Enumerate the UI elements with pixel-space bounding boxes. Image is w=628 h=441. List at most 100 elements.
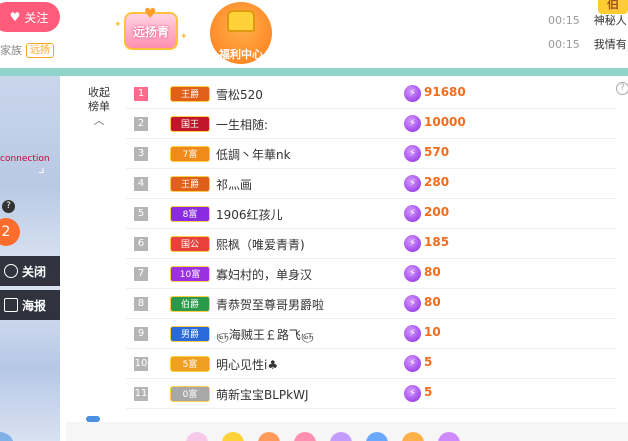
close-button[interactable]: 关闭 (0, 256, 60, 286)
contribution-score: 5 (424, 355, 433, 369)
heart-icon: ♥ (9, 10, 21, 24)
user-name[interactable]: 低調丶年華nk (216, 146, 291, 163)
rank-number: 9 (134, 327, 148, 341)
chat-time: 00:15 (548, 38, 580, 51)
ranking-row[interactable]: 5 8富 1906红孩儿 ⚡ 200 (126, 200, 616, 229)
lightning-gem-icon: ⚡ (404, 115, 421, 132)
rank-number: 10 (134, 357, 148, 371)
user-name[interactable]: 一生相随: (216, 116, 268, 133)
noble-tag: 5富 (170, 356, 210, 372)
ranking-row[interactable]: 11 0富 萌新宝宝BLPkWJ ⚡ 5 (126, 380, 616, 409)
rank-number: 1 (134, 87, 148, 101)
noble-tag: 国公 (170, 236, 210, 252)
gift-icon[interactable] (366, 432, 388, 441)
ranking-row[interactable]: 3 7富 低調丶年華nk ⚡ 570 (126, 140, 616, 169)
gift-icon[interactable] (258, 432, 280, 441)
sparkle-icon: ✦ (180, 32, 188, 42)
orange-badge-icon[interactable]: 2 (0, 218, 20, 246)
contribution-score: 280 (424, 175, 450, 189)
user-name[interactable]: 雪松520 (216, 86, 263, 103)
fullscreen-icon[interactable]: ⌟ (38, 160, 45, 176)
rank-number: 11 (134, 387, 148, 401)
rank-number: 6 (134, 237, 148, 251)
ranking-row[interactable]: 7 10富 寡妇村的，单身汉 ⚡ 80 (126, 260, 616, 289)
help-icon[interactable]: ? (616, 82, 628, 95)
video-preview[interactable]: connection ⌟ ? 2 关闭 海报 (0, 76, 60, 441)
noble-tag: 0富 (170, 386, 210, 402)
lightning-gem-icon: ⚡ (404, 325, 421, 342)
welfare-label: 福利中心 (219, 48, 263, 61)
rank-number: 4 (134, 177, 148, 191)
user-name[interactable]: 祁灬画 (216, 176, 252, 193)
contribution-score: 10000 (424, 115, 466, 129)
lightning-gem-icon: ⚡ (404, 175, 421, 192)
contribution-score: 570 (424, 145, 450, 159)
gift-icon[interactable] (294, 432, 316, 441)
scroll-indicator[interactable] (86, 416, 100, 422)
user-name[interactable]: 明心见性i♣ (216, 356, 278, 373)
chat-text: 神秘人 (593, 14, 627, 27)
chat-message: 00:15 我情有 (548, 36, 627, 52)
ranking-row[interactable]: 6 国公 熙枫（唯爱青青) ⚡ 185 (126, 230, 616, 259)
heart-icon: ♥ (144, 6, 157, 22)
family-tag[interactable]: 远扬 (26, 42, 54, 58)
gift-icon[interactable] (402, 432, 424, 441)
lightning-gem-icon: ⚡ (404, 265, 421, 282)
badge-label: 远扬青 (132, 25, 169, 39)
chat-text: 我情有 (593, 38, 627, 51)
user-name[interactable]: 萌新宝宝BLPkWJ (216, 386, 309, 403)
gift-icons (186, 432, 460, 441)
live-room-page: ♥ 关注 家族 远扬 ✦ ✦ ♥ 远扬青 福利中心 伯 00:15 神秘人 00:… (0, 0, 628, 441)
lightning-gem-icon: ⚡ (404, 355, 421, 372)
chevron-up-icon: ︿ (93, 114, 105, 127)
contribution-score: 185 (424, 235, 450, 249)
help-icon[interactable]: ? (2, 200, 15, 213)
chat-message: 00:15 神秘人 (548, 12, 627, 28)
image-icon (4, 298, 18, 312)
noble-tag: 国王 (170, 116, 210, 132)
poster-button[interactable]: 海报 (0, 290, 60, 320)
rank-number: 5 (134, 207, 148, 221)
noble-tag: 王爵 (170, 86, 210, 102)
top-bar: ♥ 关注 家族 远扬 ✦ ✦ ♥ 远扬青 福利中心 伯 00:15 神秘人 00:… (0, 0, 628, 68)
fan-badge[interactable]: ✦ ✦ ♥ 远扬青 (114, 6, 188, 56)
follow-button[interactable]: ♥ 关注 (0, 2, 60, 32)
ranking-row[interactable]: 1 王爵 雪松520 ⚡ 91680 (126, 80, 616, 109)
lightning-gem-icon: ⚡ (404, 205, 421, 222)
noble-tag: 伯爵 (170, 296, 210, 312)
ranking-row[interactable]: 4 王爵 祁灬画 ⚡ 280 (126, 170, 616, 199)
user-name[interactable]: 1906红孩儿 (216, 206, 283, 223)
gift-icon[interactable] (438, 432, 460, 441)
ranking-row[interactable]: 2 国王 一生相随: ⚡ 10000 (126, 110, 616, 139)
gift-icon[interactable] (222, 432, 244, 441)
noble-tag: 王爵 (170, 176, 210, 192)
user-name[interactable]: 熙枫（唯爱青青) (216, 236, 305, 253)
chat-time: 00:15 (548, 14, 580, 27)
user-name[interactable]: 寡妇村的，单身汉 (216, 266, 312, 283)
lightning-gem-icon: ⚡ (404, 295, 421, 312)
ranking-row[interactable]: 9 男爵 ஞ海贼王￡路飞ஞ ⚡ 10 (126, 320, 616, 349)
ranking-row[interactable]: 10 5富 明心见性i♣ ⚡ 5 (126, 350, 616, 379)
rank-number: 3 (134, 147, 148, 161)
gift-icon[interactable] (330, 432, 352, 441)
rank-number: 8 (134, 297, 148, 311)
collapse-label: 榜单 (88, 100, 110, 113)
user-name[interactable]: ஞ海贼王￡路飞ஞ (216, 326, 314, 344)
noble-tag: 7富 (170, 146, 210, 162)
noble-tag: 男爵 (170, 326, 210, 342)
lightning-gem-icon: ⚡ (404, 235, 421, 252)
ranking-panel: 收起 榜单 ︿ ? 1 王爵 雪松520 ⚡ 91680 2 国王 一生相随: ⚡ 10000 3 7… (66, 76, 628, 441)
lightning-gem-icon: ⚡ (404, 385, 421, 402)
contribution-score: 10 (424, 325, 441, 339)
user-name[interactable]: 青恭贺至尊哥男爵啦 (216, 296, 324, 313)
welfare-center-button[interactable]: 福利中心 (210, 2, 272, 64)
avatar[interactable] (0, 432, 14, 441)
contribution-score: 91680 (424, 85, 466, 99)
ranking-row[interactable]: 8 伯爵 青恭贺至尊哥男爵啦 ⚡ 80 (126, 290, 616, 319)
contribution-score: 80 (424, 295, 441, 309)
power-icon (4, 264, 18, 278)
gift-icon[interactable] (186, 432, 208, 441)
rank-number: 2 (134, 117, 148, 131)
noble-tag: 10富 (170, 266, 210, 282)
collapse-ranking-button[interactable]: 收起 榜单 ︿ (84, 86, 114, 128)
